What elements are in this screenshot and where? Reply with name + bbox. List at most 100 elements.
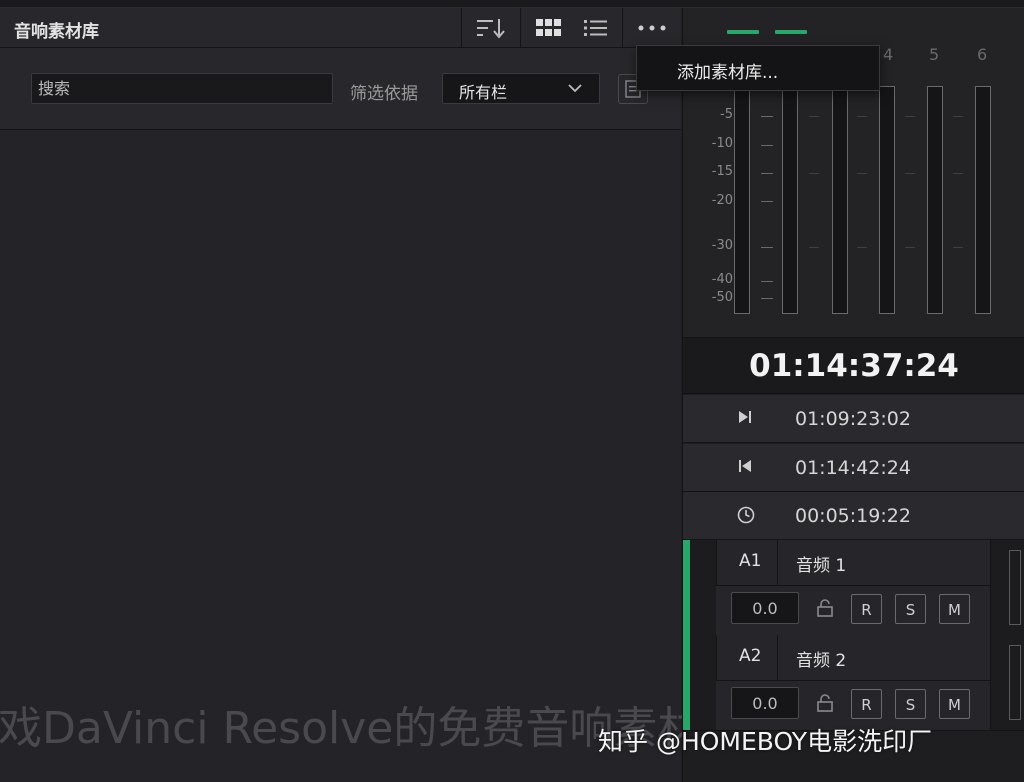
scale-tick	[953, 116, 963, 117]
track-id: A1	[716, 540, 778, 586]
mixer-panel: 4 5 6 -5 -10 -15 -20 -30 -40 -50 01:14:3…	[682, 8, 1024, 782]
solo-button[interactable]: S	[895, 594, 926, 624]
track-name-label: 音频 2	[796, 651, 847, 671]
mute-button[interactable]: M	[939, 689, 970, 719]
audio-track: A2 音频 2 0.0 R S M	[683, 635, 1024, 731]
db-label: -10	[711, 136, 733, 151]
meter-peak-indicator	[775, 30, 807, 34]
clock-icon	[737, 506, 755, 524]
source-watermark: 知乎 @HOMEBOY电影洗印厂	[598, 727, 933, 756]
search-row: 筛选依据 所有栏	[0, 48, 681, 130]
db-label: -50	[711, 290, 733, 305]
track-volume-field[interactable]: 0.0	[731, 687, 799, 719]
lock-icon[interactable]	[815, 598, 835, 618]
video-subtitle: 戏DaVinci Resolve的免费音响素材	[0, 703, 702, 754]
track-meter-column	[990, 635, 1024, 730]
scale-tick	[905, 173, 915, 174]
track-name[interactable]: 音频 2	[778, 635, 990, 681]
in-point-value: 01:09:23:02	[795, 408, 911, 430]
meter-bar	[832, 86, 848, 314]
meter-bar	[879, 86, 895, 314]
audio-track: A1 音频 1 0.0 R S M	[683, 540, 1024, 636]
record-arm-button[interactable]: R	[851, 689, 882, 719]
scale-tick	[761, 247, 773, 248]
sort-button[interactable]	[461, 8, 519, 48]
scale-tick	[809, 247, 819, 248]
sound-library-panel: 音响素材库 搜索 筛选依据 所有栏 戏DaVinci Resolve的免费音响素…	[0, 8, 701, 782]
top-strip	[0, 0, 1024, 8]
scale-tick	[953, 173, 963, 174]
duration-row: 00:05:19:22	[683, 492, 1024, 540]
scale-tick	[857, 116, 867, 117]
record-arm-label: R	[861, 601, 872, 619]
scale-tick	[857, 173, 867, 174]
scale-tick	[809, 173, 819, 174]
db-label: -20	[711, 193, 733, 208]
mute-label: M	[948, 696, 961, 714]
db-label: -5	[720, 107, 733, 122]
meter-bar	[734, 86, 750, 314]
panel-header: 音响素材库	[0, 8, 681, 48]
track-volume-value: 0.0	[752, 694, 778, 713]
ellipsis-icon	[638, 25, 666, 31]
out-point-row: 01:14:42:24	[683, 444, 1024, 492]
track-name[interactable]: 音频 1	[778, 540, 990, 586]
current-timecode: 01:14:37:24	[683, 338, 1024, 394]
more-options-button[interactable]	[622, 8, 681, 48]
track-id-label: A2	[739, 646, 762, 666]
channel-number: 6	[977, 45, 988, 64]
channel-number: 5	[929, 45, 940, 64]
db-label: -30	[711, 238, 733, 253]
in-point-row: 01:09:23:02	[683, 395, 1024, 443]
scale-tick	[761, 173, 773, 174]
mute-button[interactable]: M	[939, 594, 970, 624]
track-id-label: A1	[739, 551, 762, 571]
track-spacer	[690, 635, 716, 730]
chevron-down-icon	[568, 84, 582, 93]
track-mini-meter	[1009, 645, 1021, 720]
solo-label: S	[905, 696, 916, 714]
grid-view-icon[interactable]	[535, 19, 562, 37]
record-arm-button[interactable]: R	[851, 594, 882, 624]
scale-tick	[761, 298, 773, 299]
out-point-value: 01:14:42:24	[795, 457, 911, 479]
record-arm-label: R	[861, 696, 872, 714]
scale-tick	[761, 201, 773, 202]
panel-title: 音响素材库	[14, 22, 99, 42]
meter-peak-indicator	[727, 30, 759, 34]
meter-bar	[927, 86, 943, 314]
track-spacer	[690, 540, 716, 635]
track-name-label: 音频 1	[796, 556, 847, 576]
scale-tick	[953, 247, 963, 248]
filter-select-value: 所有栏	[459, 83, 508, 102]
meter-bar	[975, 86, 991, 314]
scale-tick	[857, 247, 867, 248]
scale-tick	[905, 116, 915, 117]
current-timecode-value: 01:14:37:24	[749, 348, 959, 384]
mark-out-icon	[739, 460, 751, 472]
track-color-indicator	[683, 540, 690, 635]
filter-select[interactable]: 所有栏	[442, 73, 600, 104]
solo-button[interactable]: S	[895, 689, 926, 719]
lock-icon[interactable]	[815, 693, 835, 713]
view-toggle-group	[520, 8, 622, 48]
app-window: 音响素材库 搜索 筛选依据 所有栏 戏DaVinci Resolve的免费音响素…	[0, 0, 1024, 782]
db-label: -15	[711, 164, 733, 179]
scale-tick	[761, 145, 773, 146]
track-color-indicator	[683, 635, 690, 730]
track-meter-column	[990, 540, 1024, 635]
db-label: -40	[711, 272, 733, 287]
options-dropdown-menu: 添加素材库...	[636, 45, 880, 91]
list-view-icon[interactable]	[583, 19, 608, 37]
scale-tick	[761, 116, 773, 117]
mark-in-icon	[739, 411, 751, 423]
meter-bar	[782, 86, 798, 314]
channel-number: 4	[883, 45, 894, 64]
duration-value: 00:05:19:22	[795, 505, 911, 527]
search-input[interactable]	[31, 73, 333, 104]
menu-item-add-library[interactable]: 添加素材库...	[677, 58, 778, 83]
track-volume-field[interactable]: 0.0	[731, 592, 799, 624]
mute-label: M	[948, 601, 961, 619]
track-id: A2	[716, 635, 778, 681]
scale-tick	[761, 281, 773, 282]
